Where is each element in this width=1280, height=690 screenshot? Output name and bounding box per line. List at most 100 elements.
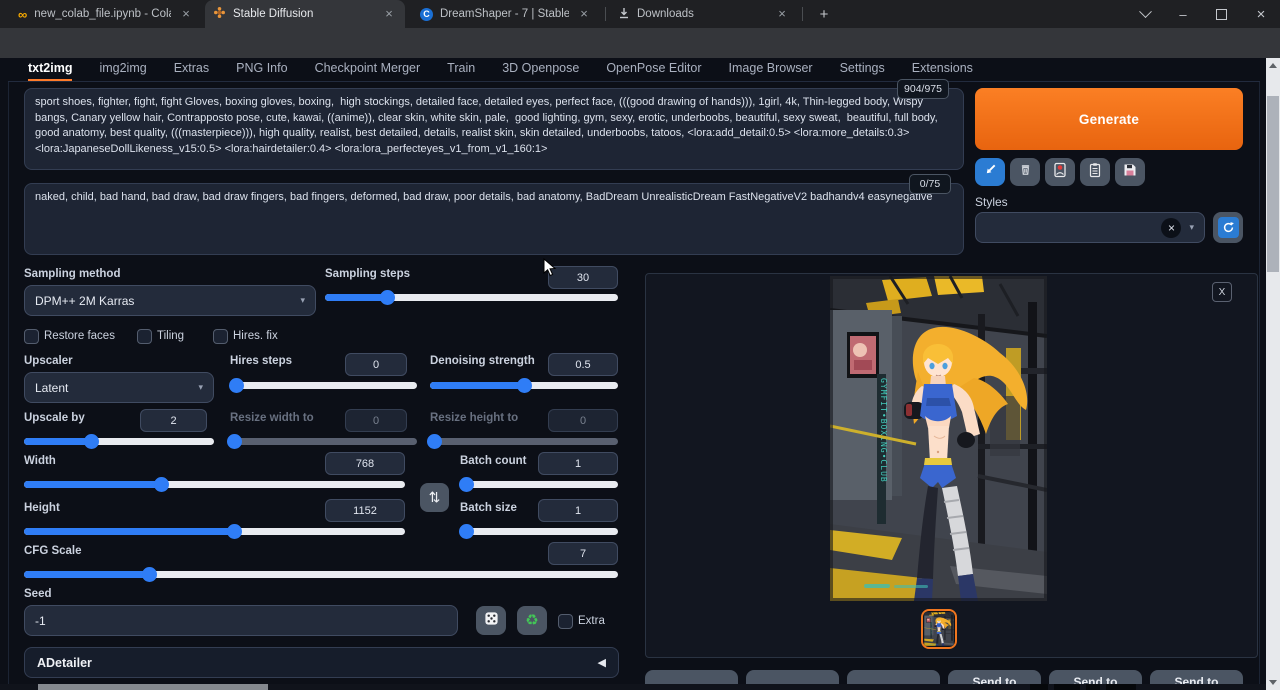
batch-size-slider[interactable]: [460, 524, 618, 539]
clear-styles-icon[interactable]: ×: [1161, 218, 1181, 238]
denoising-slider[interactable]: [430, 378, 618, 393]
tab-close-icon[interactable]: ×: [576, 6, 592, 22]
sampling-steps-input[interactable]: 30: [548, 266, 618, 289]
paste-arrow-icon: [984, 163, 997, 181]
sampling-steps-slider[interactable]: [325, 290, 618, 305]
height-slider[interactable]: [24, 524, 405, 539]
tiling-checkbox[interactable]: [137, 329, 152, 344]
tab-checkpoint-merger[interactable]: Checkpoint Merger: [315, 61, 421, 81]
cfg-scale-slider[interactable]: [24, 567, 618, 582]
download-icon: [618, 7, 630, 22]
slider-knob[interactable]: [380, 290, 395, 305]
page-scrollbar[interactable]: [1266, 58, 1280, 690]
clear-prompt-button[interactable]: [1010, 158, 1040, 186]
upscaler-dropdown[interactable]: Latent ▾: [24, 372, 214, 403]
scroll-up-icon[interactable]: [1269, 63, 1277, 68]
gradio-app: txt2img img2img Extras PNG Info Checkpoi…: [0, 58, 1266, 690]
batch-size-label: Batch size: [460, 502, 517, 514]
upscale-by-input[interactable]: 2: [140, 409, 207, 432]
swap-dimensions-button[interactable]: ⇅: [420, 483, 449, 512]
accordion-arrow-icon: ◀: [598, 656, 606, 669]
apply-style-button[interactable]: [1080, 158, 1110, 186]
scroll-down-icon[interactable]: [1269, 680, 1277, 685]
extra-networks-button[interactable]: [1045, 158, 1075, 186]
slider-knob[interactable]: [229, 378, 244, 393]
seed-input[interactable]: -1: [24, 605, 458, 636]
tab-image-browser[interactable]: Image Browser: [729, 61, 813, 81]
output-gallery-panel: X: [645, 273, 1258, 658]
hires-steps-input[interactable]: 0: [345, 353, 407, 376]
scrollbar-thumb[interactable]: [1267, 96, 1279, 272]
slider-knob[interactable]: [517, 378, 532, 393]
window-close-button[interactable]: ×: [1244, 0, 1278, 28]
resize-width-slider: [230, 434, 417, 449]
paste-params-button[interactable]: [975, 158, 1005, 186]
tab-3d-openpose[interactable]: 3D Openpose: [502, 61, 579, 81]
tab-train[interactable]: Train: [447, 61, 475, 81]
generate-button[interactable]: Generate: [975, 88, 1243, 150]
close-preview-button[interactable]: X: [1212, 282, 1232, 302]
width-input[interactable]: 768: [325, 452, 405, 475]
browser-tab-dreamshaper[interactable]: C DreamShaper - 7 | Stable Diffusio ×: [412, 0, 600, 28]
slider-knob[interactable]: [142, 567, 157, 582]
tab-extras[interactable]: Extras: [174, 61, 209, 81]
adetailer-accordion[interactable]: ADetailer ◀: [24, 647, 619, 678]
tab-title: DreamShaper - 7 | Stable Diffusio: [440, 8, 569, 20]
tab-close-icon[interactable]: ×: [381, 6, 397, 22]
recycle-icon: ♻: [525, 613, 538, 628]
styles-dropdown[interactable]: × ▾: [975, 212, 1205, 243]
width-slider[interactable]: [24, 477, 405, 492]
prompt-textarea[interactable]: sport shoes, fighter, fight, fight Glove…: [24, 88, 964, 170]
random-seed-button[interactable]: [476, 606, 506, 635]
hires-steps-slider[interactable]: [230, 378, 417, 393]
negative-prompt-textarea[interactable]: naked, child, bad hand, bad draw, bad dr…: [24, 183, 964, 255]
save-style-button[interactable]: [1115, 158, 1145, 186]
hires-fix-checkbox[interactable]: [213, 329, 228, 344]
batch-count-input[interactable]: 1: [538, 452, 618, 475]
upscale-by-slider[interactable]: [24, 434, 214, 449]
tab-extensions[interactable]: Extensions: [912, 61, 973, 81]
batch-count-slider[interactable]: [460, 477, 618, 492]
height-label: Height: [24, 502, 60, 514]
window-maximize-button[interactable]: [1204, 0, 1238, 28]
divider: [8, 81, 1260, 82]
slider-knob[interactable]: [459, 477, 474, 492]
tab-close-icon[interactable]: ×: [774, 6, 790, 22]
reuse-seed-button[interactable]: ♻: [517, 606, 547, 635]
batch-size-input[interactable]: 1: [538, 499, 618, 522]
denoising-input[interactable]: 0.5: [548, 353, 618, 376]
cfg-scale-input[interactable]: 7: [548, 542, 618, 565]
tiling-label: Tiling: [157, 330, 184, 342]
seed-label: Seed: [24, 588, 52, 600]
browser-tab-colab[interactable]: ∞ new_colab_file.ipynb - Colaborat ×: [10, 0, 202, 28]
resize-height-input: 0: [548, 409, 618, 432]
tab-img2img[interactable]: img2img: [99, 61, 146, 81]
slider-knob[interactable]: [84, 434, 99, 449]
generated-image[interactable]: [830, 276, 1047, 601]
window-chevron-button[interactable]: [1128, 0, 1162, 28]
sampling-method-dropdown[interactable]: DPM++ 2M Karras ▾: [24, 285, 316, 316]
browser-tab-stable-diffusion[interactable]: Stable Diffusion ×: [205, 0, 405, 28]
tab-openpose-editor[interactable]: OpenPose Editor: [606, 61, 701, 81]
restore-faces-checkbox[interactable]: [24, 329, 39, 344]
gallery-thumbnail[interactable]: [921, 609, 957, 649]
slider-knob[interactable]: [227, 524, 242, 539]
tab-png-info[interactable]: PNG Info: [236, 61, 287, 81]
tab-title: new_colab_file.ipynb - Colaborat: [34, 8, 171, 20]
upscale-by-label: Upscale by: [24, 412, 85, 424]
dice-icon: [484, 611, 499, 631]
refresh-styles-button[interactable]: [1213, 212, 1243, 243]
cutoff-element: [38, 684, 268, 690]
slider-knob[interactable]: [459, 524, 474, 539]
height-input[interactable]: 1152: [325, 499, 405, 522]
thumbnail-image: [924, 612, 954, 646]
extra-seed-checkbox[interactable]: [558, 614, 573, 629]
new-tab-button[interactable]: +: [810, 0, 838, 28]
tab-close-icon[interactable]: ×: [178, 6, 194, 22]
tab-txt2img[interactable]: txt2img: [28, 61, 72, 81]
gradio-icon: [213, 6, 226, 22]
window-minimize-button[interactable]: –: [1166, 0, 1200, 28]
browser-tab-downloads[interactable]: Downloads ×: [610, 0, 798, 28]
slider-knob[interactable]: [154, 477, 169, 492]
tab-settings[interactable]: Settings: [840, 61, 885, 81]
